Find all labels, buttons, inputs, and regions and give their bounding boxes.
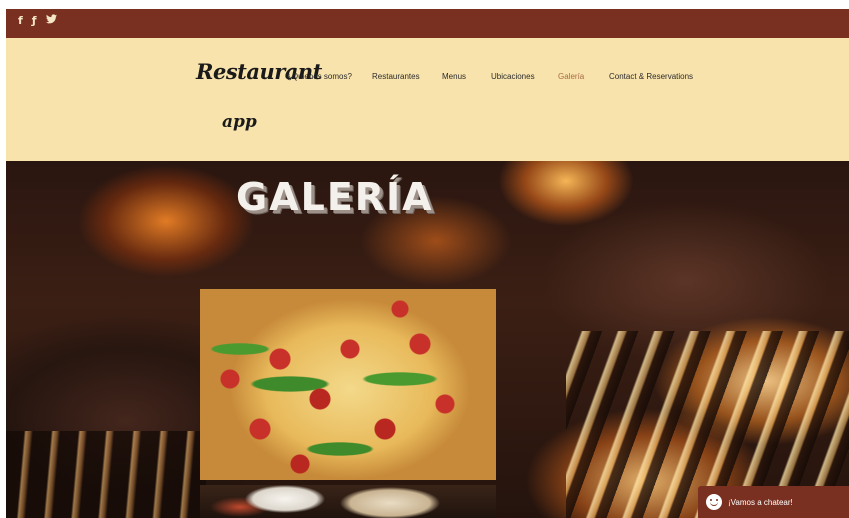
- top-bar: [6, 9, 849, 38]
- facebook-icon[interactable]: f: [18, 15, 23, 26]
- gallery-image-plate[interactable]: [200, 485, 496, 518]
- smiley-icon: [706, 494, 722, 510]
- nav-link-contact-reservations[interactable]: Contact & Reservations: [609, 72, 693, 81]
- nav-link-quienes-somos[interactable]: ¿Quienes somos?: [287, 72, 352, 81]
- foursquare-icon[interactable]: ƒ: [32, 15, 37, 26]
- header: [6, 38, 849, 161]
- brand-logo-subtitle[interactable]: app: [222, 112, 257, 132]
- page: f ƒ Restaurant app ¿Quienes somos? Resta…: [6, 0, 849, 518]
- gallery-image-pizza[interactable]: [200, 289, 496, 480]
- chat-label: ¡Vamos a chatear!: [728, 497, 793, 507]
- twitter-icon-glyph: [45, 14, 57, 24]
- grill-grates-left: [6, 431, 206, 518]
- chat-button[interactable]: ¡Vamos a chatear!: [698, 486, 849, 518]
- twitter-icon[interactable]: [45, 14, 57, 26]
- nav-link-restaurantes[interactable]: Restaurantes: [372, 72, 420, 81]
- nav-link-menus[interactable]: Menus: [442, 72, 466, 81]
- nav-link-galeria[interactable]: Galería: [558, 72, 584, 81]
- page-title: GALERÍA: [236, 175, 434, 219]
- nav-link-ubicaciones[interactable]: Ubicaciones: [491, 72, 535, 81]
- social-links: f ƒ: [18, 14, 57, 26]
